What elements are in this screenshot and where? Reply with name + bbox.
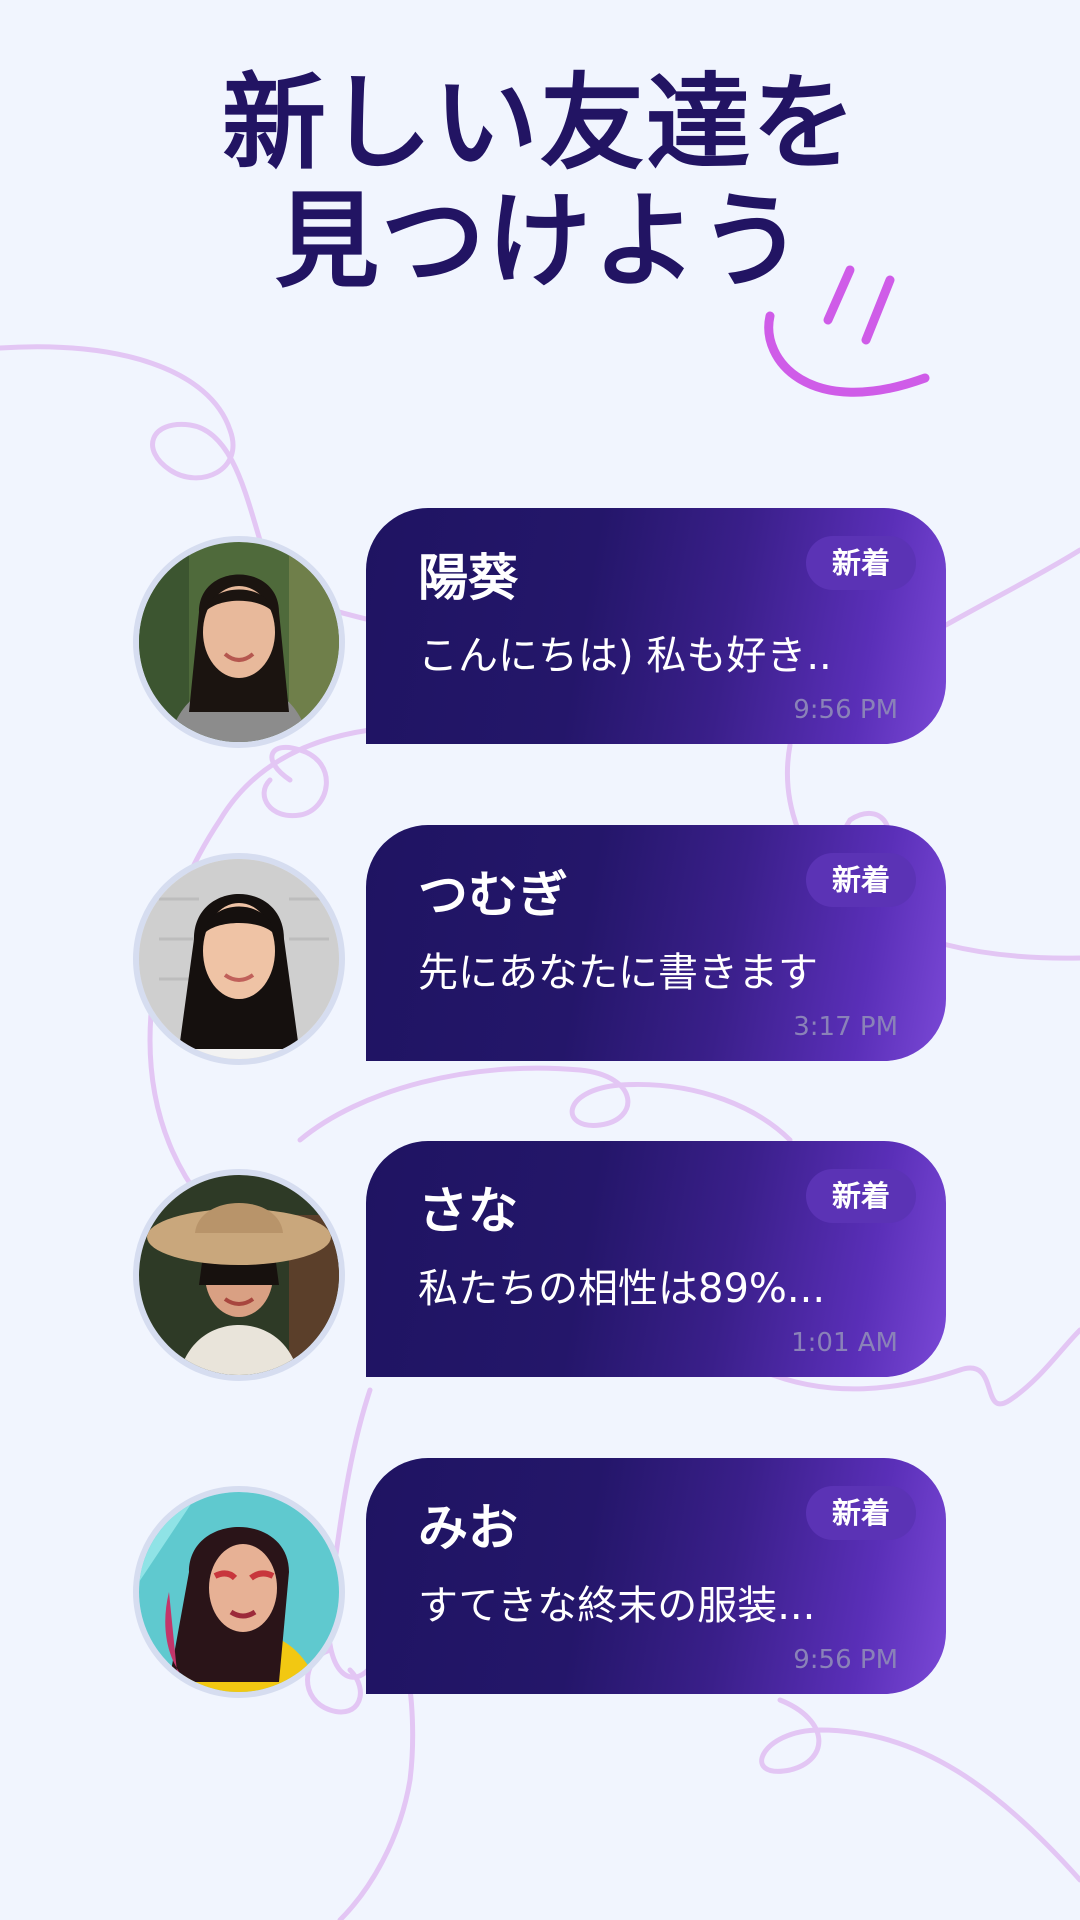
woman-avatar-1 [139,542,339,742]
contact-name: 陽葵 [418,549,518,607]
app-screen: { "headline": { "line1": "新しい友達を", "line… [0,0,1080,1920]
chat-bubble[interactable]: 新着 つむぎ 先にあなたに書きます 3:17 PM [366,825,946,1061]
contact-name: みお [418,1499,518,1557]
chat-row[interactable]: 新着 つむぎ 先にあなたに書きます 3:17 PM [0,825,1080,1065]
message-preview: 私たちの相性は89%... [418,1266,826,1312]
chat-row[interactable]: 新着 さな 私たちの相性は89%... 1:01 AM [0,1141,1080,1381]
new-badge: 新着 [805,1486,916,1540]
message-time: 3:17 PM [793,1012,898,1042]
chat-row[interactable]: 新着 陽葵 こんにちは) 私も好き.. 9:56 PM [0,508,1080,748]
woman-avatar-4 [139,1492,339,1692]
new-badge: 新着 [805,853,916,907]
avatar[interactable] [133,1486,345,1698]
message-time: 9:56 PM [793,695,898,725]
message-preview: こんにちは) 私も好き.. [418,633,832,679]
chat-row[interactable]: 新着 みお すてきな終末の服装... 9:56 PM [0,1458,1080,1698]
message-time: 1:01 AM [791,1328,898,1358]
title-line-1: 新しい友達を [221,62,858,184]
avatar[interactable] [133,1169,345,1381]
message-preview: すてきな終末の服装... [418,1583,816,1629]
new-badge: 新着 [805,1169,916,1223]
woman-avatar-2 [139,859,339,1059]
avatar[interactable] [133,536,345,748]
chat-bubble[interactable]: 新着 陽葵 こんにちは) 私も好き.. 9:56 PM [366,508,946,744]
message-time: 9:56 PM [793,1645,898,1675]
contact-name: つむぎ [418,866,568,924]
contact-name: さな [418,1182,518,1240]
new-badge: 新着 [805,536,916,590]
avatar[interactable] [133,853,345,1065]
chat-bubble[interactable]: 新着 さな 私たちの相性は89%... 1:01 AM [366,1141,946,1377]
smiley-doodle-icon [764,265,930,397]
chat-bubble[interactable]: 新着 みお すてきな終末の服装... 9:56 PM [366,1458,946,1694]
message-preview: 先にあなたに書きます [418,950,818,996]
woman-avatar-3 [139,1175,339,1375]
